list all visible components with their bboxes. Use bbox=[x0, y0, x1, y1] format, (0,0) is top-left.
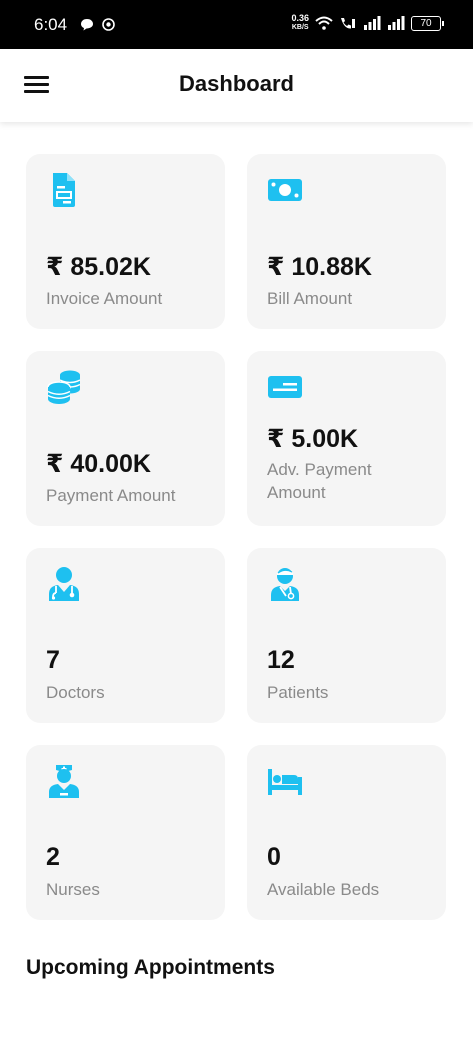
signal-2-icon bbox=[388, 16, 405, 30]
network-speed: 0.36 KB/S bbox=[291, 14, 309, 32]
status-right: 0.36 KB/S 70 bbox=[291, 14, 444, 32]
card-label: Bill Amount bbox=[267, 289, 353, 308]
card-value: 0 bbox=[267, 843, 281, 871]
status-time: 6:04 bbox=[34, 15, 68, 34]
card-value: ₹ 85.02K bbox=[46, 253, 151, 281]
chat-bubble-icon bbox=[81, 19, 93, 31]
speed-value: 0.36 bbox=[291, 13, 309, 23]
card-label: Invoice Amount bbox=[46, 289, 163, 308]
speed-unit: KB/S bbox=[291, 24, 309, 31]
bed-icon bbox=[268, 769, 302, 795]
wifi-icon bbox=[315, 16, 333, 30]
battery-icon: 70 bbox=[411, 15, 444, 31]
doctors-card[interactable]: 7 Doctors bbox=[26, 548, 225, 723]
notification-icons bbox=[80, 18, 115, 31]
card-label: Nurses bbox=[46, 880, 100, 899]
card-label: Adv. Payment Amount bbox=[267, 460, 372, 502]
money-bill-icon bbox=[268, 179, 302, 201]
volte-call-icon bbox=[341, 18, 355, 29]
nurse-icon bbox=[49, 765, 79, 798]
status-bar: 6:04 0.36 KB/S 70 bbox=[0, 0, 473, 49]
card-label: Payment Amount bbox=[46, 486, 176, 505]
page-title: Dashboard bbox=[179, 71, 294, 96]
card-value: ₹ 5.00K bbox=[267, 425, 359, 453]
dashboard-cards: ₹ 85.02K Invoice Amount ₹ 10.88K Bill Am… bbox=[26, 154, 446, 920]
invoice-amount-card[interactable]: ₹ 85.02K Invoice Amount bbox=[26, 154, 225, 329]
signal-1-icon bbox=[364, 16, 381, 30]
patient-icon bbox=[271, 568, 299, 601]
upcoming-appointments-heading: Upcoming Appointments bbox=[26, 956, 275, 979]
card-label: Patients bbox=[267, 683, 329, 702]
card-value: 2 bbox=[46, 843, 60, 871]
payment-card-icon bbox=[268, 376, 302, 398]
card-value: ₹ 10.88K bbox=[267, 253, 372, 281]
card-value: 12 bbox=[267, 646, 295, 674]
payment-amount-card[interactable]: ₹ 40.00K Payment Amount bbox=[26, 351, 225, 526]
adv-payment-amount-card[interactable]: ₹ 5.00K Adv. Payment Amount bbox=[247, 351, 446, 526]
doctor-icon bbox=[49, 567, 79, 601]
available-beds-card[interactable]: 0 Available Beds bbox=[247, 745, 446, 920]
card-label: Available Beds bbox=[267, 880, 380, 899]
app-bar: Dashboard bbox=[0, 49, 473, 122]
invoice-document-icon bbox=[53, 173, 75, 207]
nurses-card[interactable]: 2 Nurses bbox=[26, 745, 225, 920]
card-value: ₹ 40.00K bbox=[46, 450, 151, 478]
bill-amount-card[interactable]: ₹ 10.88K Bill Amount bbox=[247, 154, 446, 329]
patients-card[interactable]: 12 Patients bbox=[247, 548, 446, 723]
card-label: Doctors bbox=[46, 683, 105, 702]
app-notification-icon bbox=[102, 18, 115, 31]
card-value: 7 bbox=[46, 646, 60, 674]
coins-stack-icon bbox=[47, 370, 81, 404]
